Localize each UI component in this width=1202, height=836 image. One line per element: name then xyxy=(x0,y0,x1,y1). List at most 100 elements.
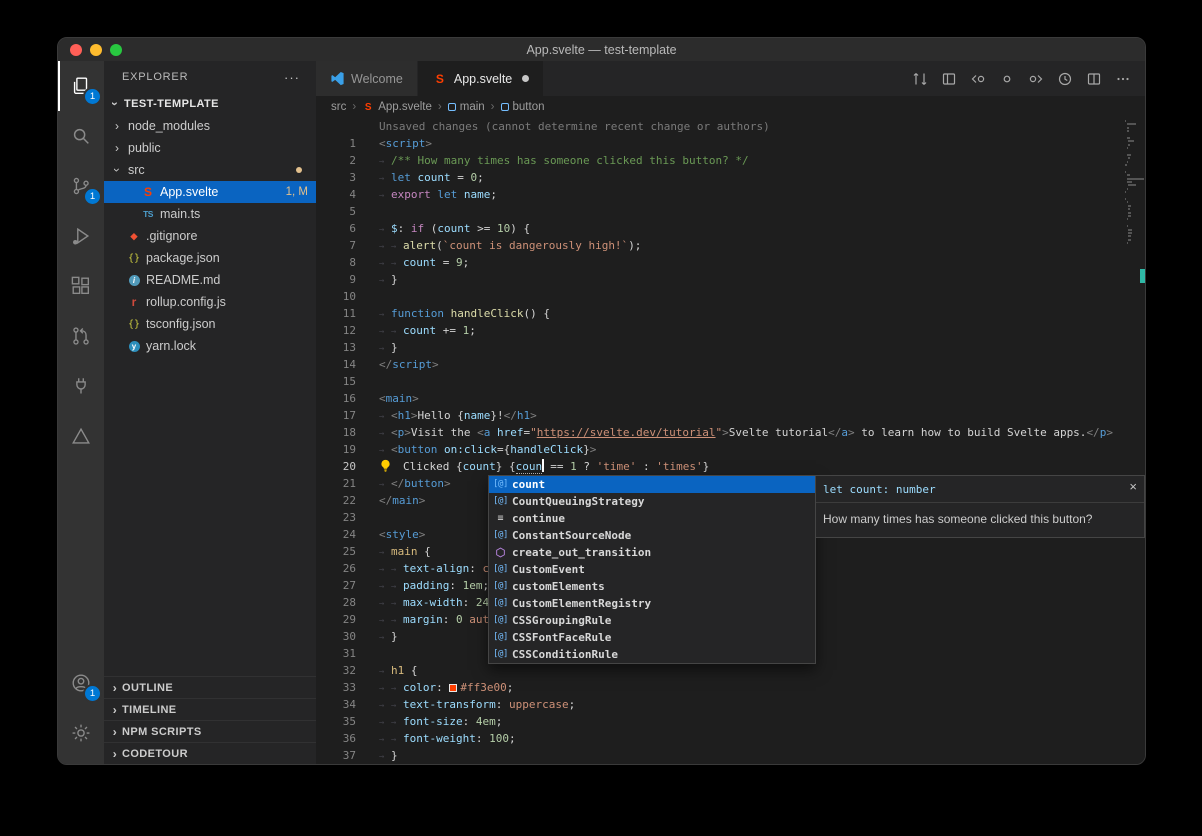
code-line-1: 1<script> xyxy=(316,135,1145,152)
zoom-window-button[interactable] xyxy=(110,44,122,56)
activity-explorer-button[interactable]: 1 xyxy=(58,61,104,111)
next-change-icon[interactable] xyxy=(1028,71,1044,87)
activity-settings-gear-button[interactable] xyxy=(58,708,104,758)
prev-change-icon[interactable] xyxy=(970,71,986,87)
activity-github-pr-button[interactable] xyxy=(58,311,104,361)
activity-account-button[interactable]: 1 xyxy=(58,658,104,708)
activity-search-button[interactable] xyxy=(58,111,104,161)
activity-extensions-button[interactable] xyxy=(58,261,104,311)
section-codetour[interactable]: ›CODETOUR xyxy=(104,742,316,764)
titlebar[interactable]: App.svelte — test-template xyxy=(58,38,1145,61)
line-number: 11 xyxy=(316,305,356,322)
suggestion-CSSFontFaceRule[interactable]: [@]CSSFontFaceRule xyxy=(489,629,815,646)
section-timeline[interactable]: ›TIMELINE xyxy=(104,698,316,720)
suggestion-CustomEvent[interactable]: [@]CustomEvent xyxy=(489,561,815,578)
line-number: 12 xyxy=(316,322,356,339)
breadcrumb-app-svelte[interactable]: SApp.svelte xyxy=(362,101,432,113)
color-swatch[interactable] xyxy=(449,684,457,692)
compare-changes-icon[interactable] xyxy=(912,71,928,87)
line-number: 5 xyxy=(316,203,356,220)
line-number: 37 xyxy=(316,747,356,764)
suggestion-CSSGroupingRule[interactable]: [@]CSSGroupingRule xyxy=(489,612,815,629)
file-package-json[interactable]: {}package.json xyxy=(104,247,316,269)
line-number: 34 xyxy=(316,696,356,713)
code-editor[interactable]: Unsaved changes (cannot determine recent… xyxy=(316,118,1145,764)
suggestion-continue[interactable]: ≡continue xyxy=(489,510,815,527)
breadcrumb[interactable]: src›SApp.svelte›main›button xyxy=(316,96,1145,118)
code-line-37: 37→} xyxy=(316,747,1145,764)
suggestion-label: CustomEvent xyxy=(512,561,585,578)
suggestion-CountQueuingStrategy[interactable]: [@]CountQueuingStrategy xyxy=(489,493,815,510)
modified-dot-icon xyxy=(522,75,529,82)
project-name: TEST-TEMPLATE xyxy=(124,98,219,110)
folder-node_modules[interactable]: ›node_modules xyxy=(104,115,316,137)
tab-welcome[interactable]: Welcome xyxy=(316,61,418,96)
file-main-ts[interactable]: TS main.ts xyxy=(104,203,316,225)
history-icon[interactable] xyxy=(1057,71,1073,87)
breadcrumb-main[interactable]: main xyxy=(448,101,485,113)
item-label: src xyxy=(128,163,145,177)
file-yarn-lock[interactable]: yyarn.lock xyxy=(104,335,316,357)
activity-triangle-button[interactable] xyxy=(58,411,104,461)
breadcrumb-button[interactable]: button xyxy=(501,101,545,113)
file-tsconfig-json[interactable]: {}tsconfig.json xyxy=(104,313,316,335)
item-label: .gitignore xyxy=(146,229,197,243)
code-line-34: 34→→text-transform: uppercase; xyxy=(316,696,1145,713)
line-number: 16 xyxy=(316,390,356,407)
line-number: 2 xyxy=(316,152,356,169)
line-number: 35 xyxy=(316,713,356,730)
json-file-icon: {} xyxy=(126,319,142,330)
file-rollup-config-js[interactable]: rrollup.config.js xyxy=(104,291,316,313)
annotate-icon[interactable] xyxy=(999,71,1015,87)
split-editor-icon[interactable] xyxy=(1086,71,1102,87)
explorer-more-actions-button[interactable]: ··· xyxy=(284,70,300,85)
file--gitignore[interactable]: ◆.gitignore xyxy=(104,225,316,247)
section-outline[interactable]: ›OUTLINE xyxy=(104,676,316,698)
breadcrumb-src[interactable]: src xyxy=(331,101,346,113)
activity-source-control-button[interactable]: 1 xyxy=(58,161,104,211)
extensions-icon xyxy=(70,275,92,297)
desktop-background: App.svelte — test-template 11 1 EXPLORER… xyxy=(0,0,1202,836)
suggestion-label: CSSFontFaceRule xyxy=(512,629,611,646)
suggestion-CSSConditionRule[interactable]: [@]CSSConditionRule xyxy=(489,646,815,663)
chevron-right-icon: › xyxy=(108,725,122,739)
symbol-variable-icon: [@] xyxy=(492,629,509,646)
activity-remote-button[interactable] xyxy=(58,361,104,411)
file-README-md[interactable]: iREADME.md xyxy=(104,269,316,291)
folder-public[interactable]: ›public xyxy=(104,137,316,159)
folder-src[interactable]: ›src xyxy=(104,159,316,181)
line-number: 10 xyxy=(316,288,356,305)
tab-app-svelte[interactable]: SApp.svelte xyxy=(418,61,544,96)
line-number: 23 xyxy=(316,509,356,526)
close-window-button[interactable] xyxy=(70,44,82,56)
ts-file-icon: TS xyxy=(140,209,156,219)
open-preview-icon[interactable] xyxy=(941,71,957,87)
line-number: 3 xyxy=(316,169,356,186)
minimize-window-button[interactable] xyxy=(90,44,102,56)
line-number: 27 xyxy=(316,577,356,594)
suggestion-label: customElements xyxy=(512,578,605,595)
editor-group: WelcomeSApp.svelte src›SApp.svelte›main›… xyxy=(316,61,1145,764)
more-actions-icon[interactable] xyxy=(1115,71,1131,87)
suggestion-customElements[interactable]: [@]customElements xyxy=(489,578,815,595)
activity-run-debug-button[interactable] xyxy=(58,211,104,261)
suggestion-CustomElementRegistry[interactable]: [@]CustomElementRegistry xyxy=(489,595,815,612)
close-icon[interactable]: × xyxy=(1129,481,1137,492)
suggestion-ConstantSourceNode[interactable]: [@]ConstantSourceNode xyxy=(489,527,815,544)
suggestion-label: CSSConditionRule xyxy=(512,646,618,663)
svelte-file-icon: S xyxy=(362,102,374,113)
github-pr-icon xyxy=(70,325,92,347)
section-npm-scripts[interactable]: ›NPM SCRIPTS xyxy=(104,720,316,742)
symbol-variable-icon: [@] xyxy=(492,527,509,544)
minimap[interactable] xyxy=(1123,120,1145,245)
line-number: 26 xyxy=(316,560,356,577)
activity-bar: 1 1 1 xyxy=(58,61,104,764)
suggestion-create_out_transition[interactable]: create_out_transition xyxy=(489,544,815,561)
minimap-marker xyxy=(1140,269,1145,283)
item-label: main.ts xyxy=(160,207,200,221)
project-section-header[interactable]: › TEST-TEMPLATE xyxy=(104,93,316,115)
file-App-svelte[interactable]: SApp.svelte1, M xyxy=(104,181,316,203)
suggestion-count[interactable]: [@]count xyxy=(489,476,815,493)
lightbulb-icon[interactable] xyxy=(379,458,403,475)
symbol-variable-icon: [@] xyxy=(492,561,509,578)
